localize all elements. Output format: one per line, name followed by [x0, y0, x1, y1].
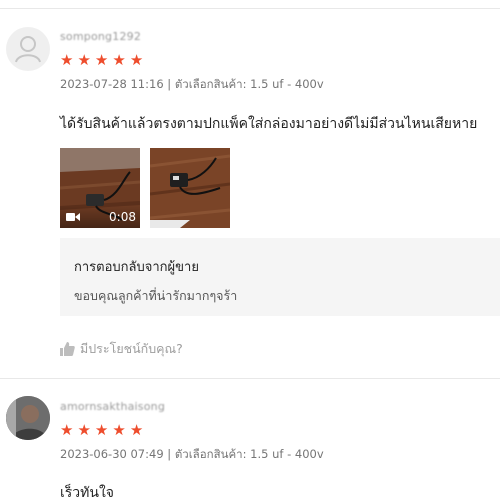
thumbs-up-icon: [60, 342, 75, 356]
meta-separator: |: [163, 447, 175, 461]
video-duration: 0:08: [109, 210, 136, 224]
seller-reply-text: ขอบคุณลูกค้าที่น่ารักมากๆจร้า: [74, 288, 238, 303]
review-video-thumbnail[interactable]: 0:08: [60, 148, 140, 228]
helpful-label: มีประโยชน์กับคุณ?: [80, 341, 183, 356]
star-icon: ★: [129, 421, 144, 439]
star-icon: ★: [60, 51, 74, 69]
review-meta: 2023-07-28 11:16 | ตัวเลือกสินค้า: 1.5 u…: [60, 76, 324, 94]
star-icon: ★: [77, 421, 91, 439]
review-divider: [0, 378, 500, 379]
seller-reply-title: การตอบกลับจากผู้ขาย: [74, 260, 199, 275]
user-photo-image: [6, 396, 50, 440]
review-photo-thumbnail[interactable]: [150, 148, 230, 228]
review-variation: ตัวเลือกสินค้า: 1.5 uf - 400v: [174, 447, 324, 461]
top-divider: [0, 8, 500, 9]
review-text: เร็วทันใจ: [60, 485, 115, 501]
star-icon: ★: [112, 51, 126, 69]
review-photo-image: [150, 148, 230, 228]
review-date: 2023-06-30 07:49: [60, 447, 164, 461]
reviewer-username[interactable]: amornsakthaisong: [60, 400, 165, 413]
review-meta: 2023-06-30 07:49 | ตัวเลือกสินค้า: 1.5 u…: [60, 446, 324, 464]
review-date: 2023-07-28 11:16: [60, 77, 164, 91]
star-icon: ★: [129, 51, 144, 69]
review-variation: ตัวเลือกสินค้า: 1.5 uf - 400v: [174, 77, 324, 91]
avatar[interactable]: [6, 27, 50, 71]
seller-reply: การตอบกลับจากผู้ขาย ขอบคุณลูกค้าที่น่ารั…: [60, 238, 500, 316]
star-icon: ★: [94, 421, 109, 439]
video-overlay: 0:08: [60, 206, 140, 228]
review-text: ได้รับสินค้าแล้วตรงตามปกแพ็คใส่กล่องมาอย…: [60, 116, 478, 132]
helpful-button[interactable]: มีประโยชน์กับคุณ?: [60, 339, 183, 359]
avatar[interactable]: [6, 396, 50, 440]
star-icon: ★: [77, 51, 91, 69]
star-icon: ★: [60, 421, 74, 439]
default-avatar-icon: [15, 36, 41, 63]
star-rating: ★ ★ ★ ★ ★: [60, 423, 143, 438]
meta-separator: |: [163, 77, 175, 91]
star-rating: ★ ★ ★ ★ ★: [60, 53, 143, 68]
reviewer-username[interactable]: sompong1292: [60, 30, 141, 43]
star-icon: ★: [94, 51, 109, 69]
video-camera-icon: [66, 213, 80, 221]
star-icon: ★: [112, 421, 126, 439]
